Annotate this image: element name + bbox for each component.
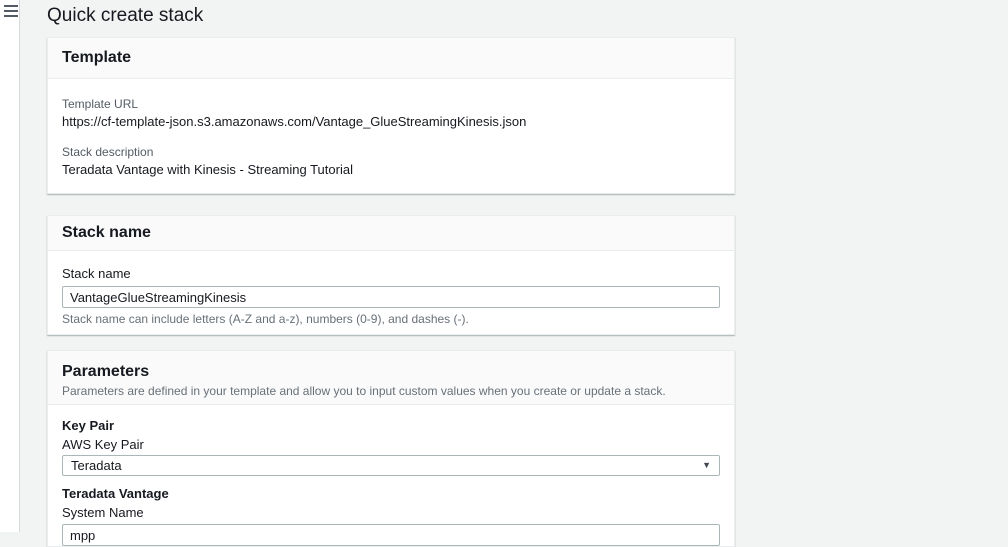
parameters-section-header: Parameters Parameters are defined in you… — [48, 351, 734, 405]
stack-name-input[interactable] — [62, 286, 720, 308]
stack-description-value: Teradata Vantage with Kinesis - Streamin… — [62, 162, 720, 177]
aws-key-pair-label: AWS Key Pair — [62, 437, 720, 453]
template-url-label: Template URL — [62, 97, 720, 111]
stack-name-helper-text: Stack name can include letters (A-Z and … — [62, 312, 720, 326]
template-section-title: Template — [62, 49, 720, 67]
parameters-section: Parameters Parameters are defined in you… — [47, 350, 735, 547]
param-group-key-pair: Key Pair AWS Key Pair Teradata ▼ — [62, 418, 720, 476]
template-url-value: https://cf-template-json.s3.amazonaws.co… — [62, 114, 720, 129]
system-name-input[interactable] — [62, 524, 720, 546]
aws-key-pair-selected-value: Teradata — [71, 458, 122, 473]
param-group-teradata-vantage: Teradata Vantage System Name — [62, 486, 720, 546]
stack-name-section: Stack name Stack name Stack name can inc… — [47, 215, 735, 335]
stack-name-section-title: Stack name — [62, 224, 720, 242]
page-title: Quick create stack — [47, 4, 1008, 28]
system-name-label: System Name — [62, 505, 720, 521]
key-pair-group-title: Key Pair — [62, 418, 720, 434]
parameters-section-body: Key Pair AWS Key Pair Teradata ▼ Teradat… — [48, 405, 734, 546]
parameters-section-description: Parameters are defined in your template … — [62, 384, 720, 399]
main-content: Quick create stack Template Template URL… — [21, 0, 1008, 532]
template-section-header: Template — [48, 38, 734, 79]
template-section: Template Template URL https://cf-templat… — [47, 37, 735, 194]
stack-name-section-body: Stack name Stack name can include letter… — [48, 251, 734, 334]
stack-name-label: Stack name — [62, 266, 720, 282]
stack-name-section-header: Stack name — [48, 216, 734, 251]
stack-description-field: Stack description Teradata Vantage with … — [62, 145, 720, 177]
hamburger-icon[interactable] — [4, 5, 18, 17]
template-section-body: Template URL https://cf-template-json.s3… — [48, 79, 734, 193]
collapsed-sidebar — [0, 0, 20, 532]
stack-description-label: Stack description — [62, 145, 720, 159]
aws-key-pair-select[interactable]: Teradata ▼ — [62, 455, 720, 476]
parameters-section-title: Parameters — [62, 363, 720, 381]
template-url-field: Template URL https://cf-template-json.s3… — [62, 97, 720, 129]
caret-down-icon: ▼ — [702, 461, 711, 470]
teradata-vantage-group-title: Teradata Vantage — [62, 486, 720, 502]
